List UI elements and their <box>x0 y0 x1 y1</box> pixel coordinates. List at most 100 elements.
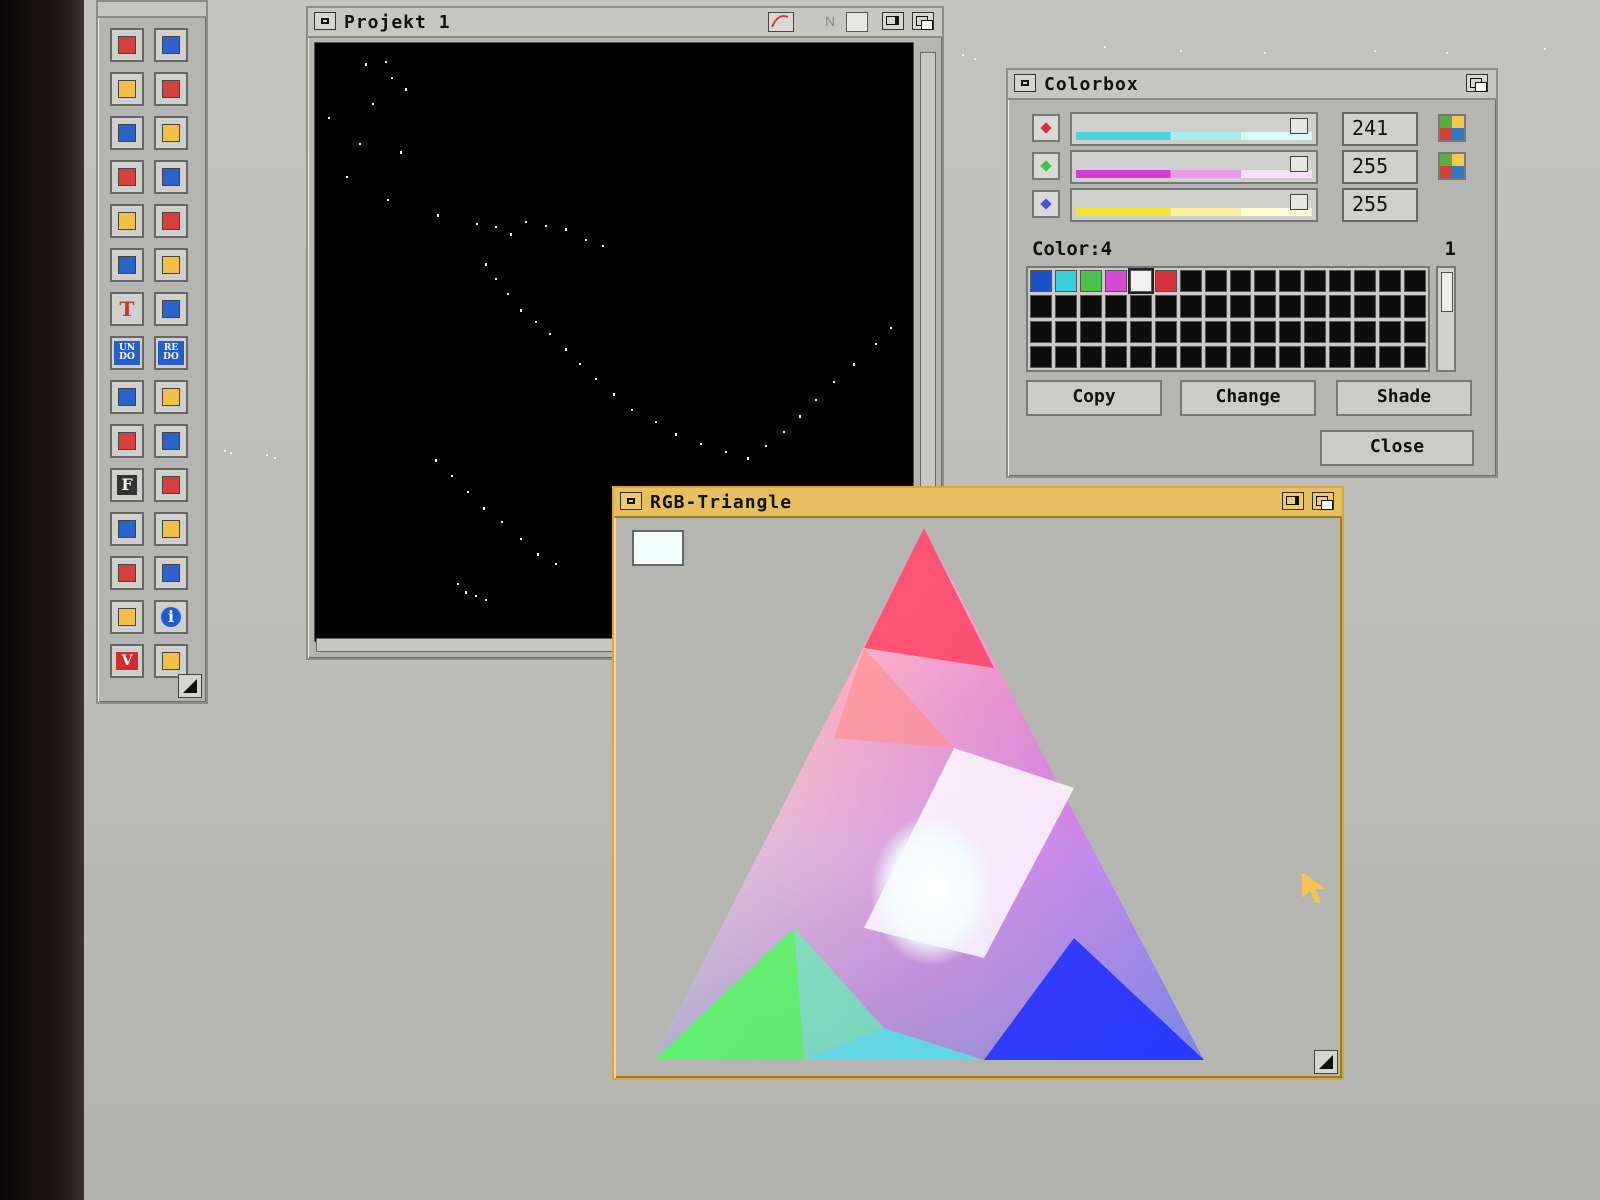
palette-swatch[interactable] <box>1379 320 1402 343</box>
dotted-line-icon[interactable] <box>110 28 144 62</box>
palette-swatch[interactable] <box>1354 270 1377 293</box>
resize-icon[interactable] <box>178 674 202 698</box>
close-button[interactable]: Close <box>1320 430 1474 466</box>
palette-swatch[interactable] <box>1229 270 1252 293</box>
palette-swatch[interactable] <box>1179 295 1202 318</box>
compass-icon[interactable] <box>110 512 144 546</box>
copy-button[interactable]: Copy <box>1026 380 1162 416</box>
rgb-triangle-titlebar[interactable]: RGB-Triangle <box>614 488 1342 518</box>
palette-swatch[interactable] <box>1354 320 1377 343</box>
curve-icon[interactable] <box>768 12 794 32</box>
view-icon[interactable] <box>154 468 188 502</box>
palette-swatch[interactable] <box>1204 270 1227 293</box>
palette-swatch[interactable] <box>1127 267 1154 295</box>
color-preview-icon[interactable] <box>846 12 868 32</box>
palette-swatch[interactable] <box>1104 270 1127 293</box>
change-button[interactable]: Change <box>1180 380 1316 416</box>
palette-swatch[interactable] <box>1329 320 1352 343</box>
palette-swatch[interactable] <box>1279 270 1302 293</box>
red-slider-knob[interactable] <box>1290 118 1308 134</box>
palette-swatch[interactable] <box>1279 320 1302 343</box>
palette-swatch[interactable] <box>1229 345 1252 368</box>
depth-icon[interactable] <box>1466 74 1488 92</box>
palette-icon[interactable] <box>1438 114 1466 142</box>
red-slider[interactable] <box>1070 112 1318 146</box>
palette-swatch[interactable] <box>1254 320 1277 343</box>
palette-swatch[interactable] <box>1030 345 1052 368</box>
colorbox-titlebar[interactable]: Colorbox <box>1008 70 1496 100</box>
palette-swatch[interactable] <box>1129 295 1152 318</box>
palette-swatch[interactable] <box>1404 345 1426 368</box>
palette-swatch[interactable] <box>1129 345 1152 368</box>
cube-icon[interactable] <box>110 556 144 590</box>
triangle-icon[interactable]: V <box>110 644 144 678</box>
palette-swatch[interactable] <box>1179 320 1202 343</box>
palette-swatch[interactable] <box>1379 270 1402 293</box>
palette-swatch[interactable] <box>1054 345 1077 368</box>
palette-swatch[interactable] <box>1329 345 1352 368</box>
green-slider[interactable] <box>1070 150 1318 184</box>
palette-swatch[interactable] <box>1054 295 1077 318</box>
palette-swatch[interactable] <box>1254 270 1277 293</box>
palette-swatch[interactable] <box>1154 320 1177 343</box>
palette-swatch[interactable] <box>1079 295 1102 318</box>
palette-swatch[interactable] <box>1204 320 1227 343</box>
palette-swatch[interactable] <box>1304 295 1327 318</box>
palette-swatch[interactable] <box>1254 345 1277 368</box>
palette-swatch[interactable] <box>1054 270 1077 293</box>
shape-icon[interactable] <box>154 512 188 546</box>
monitor-icon[interactable] <box>154 644 188 678</box>
palette-swatch[interactable] <box>1279 345 1302 368</box>
blue-slider-knob[interactable] <box>1290 194 1308 210</box>
info-icon[interactable]: i <box>154 600 188 634</box>
font-icon[interactable]: F <box>110 468 144 502</box>
close-icon[interactable] <box>314 12 336 30</box>
curve-icon[interactable] <box>154 28 188 62</box>
fill-icon[interactable] <box>154 160 188 194</box>
red-value[interactable]: 241 <box>1342 112 1418 146</box>
scissors-icon[interactable] <box>110 424 144 458</box>
transform-icon[interactable] <box>154 204 188 238</box>
target-icon[interactable] <box>154 292 188 326</box>
palette-swatch[interactable] <box>1379 295 1402 318</box>
palette-swatch[interactable] <box>1354 295 1377 318</box>
close-icon[interactable] <box>620 492 642 510</box>
brush-icon[interactable] <box>154 248 188 282</box>
palette-swatch[interactable] <box>1304 320 1327 343</box>
magnify-icon[interactable] <box>110 204 144 238</box>
depth-icon[interactable] <box>1312 492 1334 510</box>
palette-swatch[interactable] <box>1404 270 1426 293</box>
blue-slider[interactable] <box>1070 188 1318 222</box>
palette-swatch[interactable] <box>1229 295 1252 318</box>
palette-swatch[interactable] <box>1304 270 1327 293</box>
palette-swatch[interactable] <box>1104 345 1127 368</box>
horizontal-scrollbar[interactable] <box>316 638 616 652</box>
circle-icon[interactable] <box>154 116 188 150</box>
palette-swatch[interactable] <box>1404 295 1426 318</box>
text-icon[interactable]: T <box>110 292 144 326</box>
palette-icon[interactable] <box>154 556 188 590</box>
palette-swatch[interactable] <box>1404 320 1426 343</box>
palette-swatch[interactable] <box>1079 345 1102 368</box>
palette-swatch[interactable] <box>1379 345 1402 368</box>
palette-swatch[interactable] <box>1079 320 1102 343</box>
blue-value[interactable]: 255 <box>1342 188 1418 222</box>
palette-swatch[interactable] <box>1104 295 1127 318</box>
palette-swatch[interactable] <box>1354 345 1377 368</box>
palette-swatch[interactable] <box>1179 270 1202 293</box>
palette-swatch[interactable] <box>1329 295 1352 318</box>
depth-icon[interactable] <box>912 12 934 30</box>
palette-swatch[interactable] <box>1129 320 1152 343</box>
palette-scrollbar[interactable] <box>1436 266 1456 372</box>
arc-icon[interactable] <box>154 72 188 106</box>
green-value[interactable]: 255 <box>1342 150 1418 184</box>
undo-icon[interactable]: UN DO <box>110 336 144 370</box>
resize-icon[interactable] <box>1314 1050 1338 1074</box>
zoom-icon[interactable] <box>1282 492 1304 510</box>
palette-swatch[interactable] <box>1104 320 1127 343</box>
sphere-icon[interactable] <box>110 380 144 414</box>
palette-swatch[interactable] <box>1030 270 1052 293</box>
close-icon[interactable] <box>1014 74 1036 92</box>
palette-swatch[interactable] <box>1229 320 1252 343</box>
palette-swatch[interactable] <box>1030 295 1052 318</box>
